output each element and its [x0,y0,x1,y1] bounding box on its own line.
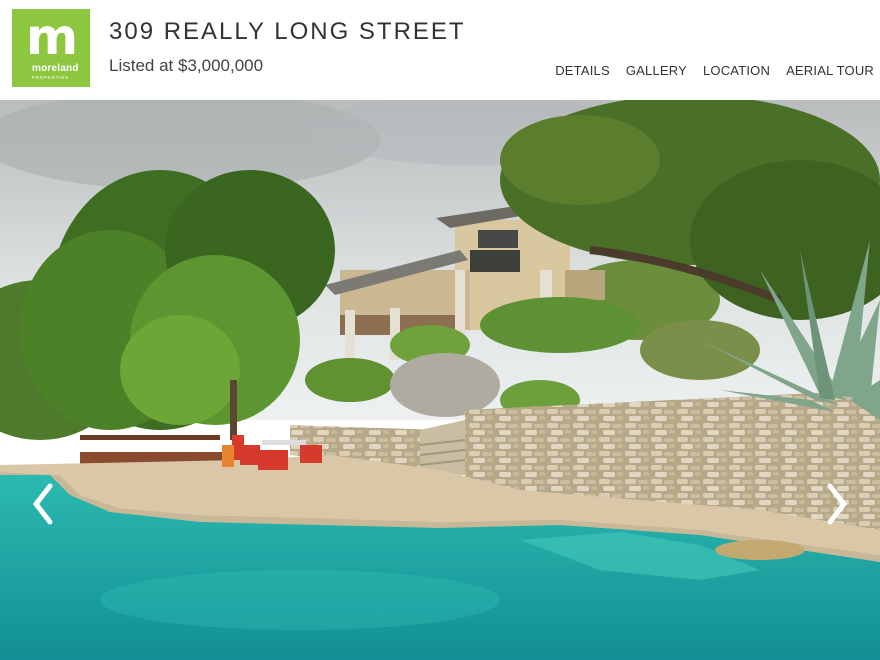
nav-aerial-tour[interactable]: AERIAL TOUR [786,63,874,78]
nav-gallery[interactable]: GALLERY [626,63,687,78]
logo-brand-name: moreland [32,63,79,74]
moreland-logo[interactable]: m moreland PROPERTIES [12,9,90,87]
nav-location[interactable]: LOCATION [703,63,770,78]
property-address: 309 REALLY LONG STREET [109,18,466,45]
listing-price: Listed at $3,000,000 [109,56,264,75]
main-nav: DETAILS GALLERY LOCATION AERIAL TOUR [555,63,874,78]
nav-details[interactable]: DETAILS [555,63,610,78]
chevron-right-icon[interactable] [820,480,850,528]
site-header: m moreland PROPERTIES 309 REALLY LONG ST… [0,0,880,100]
logo-letter: m [25,8,78,66]
logo-tagline: PROPERTIES [32,75,69,80]
chevron-left-icon[interactable] [30,480,60,528]
hero-slideshow [0,100,880,660]
property-photo [0,100,880,660]
